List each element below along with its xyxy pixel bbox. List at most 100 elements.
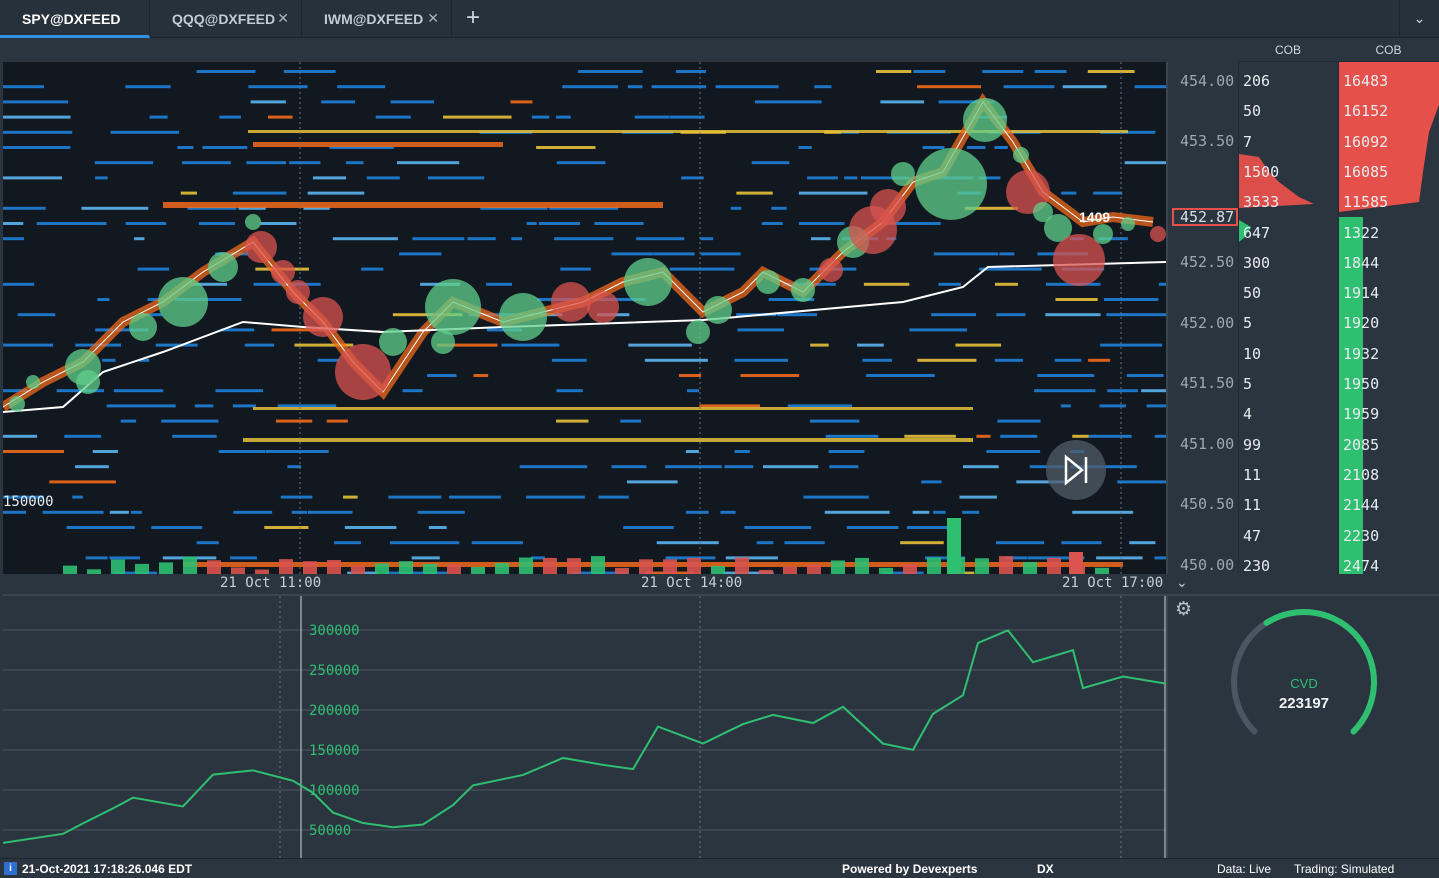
volume-bar bbox=[447, 564, 461, 574]
heat-line bbox=[554, 237, 614, 241]
heat-line bbox=[1061, 191, 1077, 195]
trade-bubble bbox=[245, 231, 277, 263]
heatmap-chart[interactable]: 150000 1409 bbox=[3, 62, 1166, 574]
heat-line bbox=[232, 191, 287, 195]
cob-row: 1844 bbox=[1343, 253, 1380, 272]
cob-row: 3533 bbox=[1243, 193, 1280, 212]
heat-line bbox=[829, 465, 859, 469]
heat-line bbox=[510, 100, 533, 104]
price-tick: 453.50 bbox=[1180, 132, 1235, 150]
heat-line bbox=[390, 100, 435, 104]
heat-line bbox=[913, 70, 946, 73]
heat-line bbox=[511, 237, 523, 241]
cob-row: 1932 bbox=[1343, 344, 1380, 363]
tab-label: SPY@DXFEED bbox=[22, 11, 121, 27]
cvd-value: 223197 bbox=[1278, 695, 1330, 712]
price-tick: 452.00 bbox=[1180, 314, 1235, 332]
trade-bubble bbox=[271, 260, 295, 284]
heat-band bbox=[253, 142, 503, 147]
heat-line bbox=[64, 434, 102, 438]
heat-line bbox=[177, 146, 194, 149]
volume-bar bbox=[543, 557, 557, 574]
skip-forward-button[interactable] bbox=[1046, 440, 1106, 500]
volume-bar bbox=[663, 559, 677, 574]
heat-line bbox=[761, 222, 783, 225]
heat-line bbox=[125, 222, 167, 225]
volume-bar bbox=[471, 566, 485, 574]
cob-row: 50 bbox=[1243, 284, 1262, 303]
plus-icon[interactable]: + bbox=[460, 6, 486, 32]
info-icon[interactable]: i bbox=[4, 862, 17, 875]
chevron-down-icon[interactable]: ⌄ bbox=[1176, 574, 1188, 591]
heat-line bbox=[656, 541, 719, 545]
heat-line bbox=[1054, 358, 1082, 362]
chevron-down-icon[interactable]: ⌄ bbox=[1399, 0, 1439, 38]
heat-line bbox=[685, 510, 709, 514]
cob-column-left: 206 50 7 1500 3533 647 300 50 5 10 5 4 99 11 11 47 230 bbox=[1238, 62, 1338, 574]
cob-row: 206 bbox=[1243, 72, 1271, 90]
cvd-gauge bbox=[1231, 609, 1377, 735]
heat-line bbox=[1124, 161, 1166, 165]
tab-qqq[interactable]: QQQ@DXFEED ✕ bbox=[150, 0, 302, 38]
price-tick: 451.00 bbox=[1180, 435, 1235, 453]
heat-line bbox=[1154, 556, 1166, 560]
heat-line bbox=[1072, 434, 1089, 438]
heat-line bbox=[734, 358, 788, 362]
volume-bar bbox=[1023, 561, 1037, 574]
heat-line bbox=[399, 252, 442, 256]
time-tick: 21 Oct 17:00 bbox=[1062, 575, 1164, 591]
heat-line bbox=[995, 541, 1045, 545]
heat-line bbox=[443, 115, 512, 119]
price-tick: 454.00 bbox=[1180, 72, 1235, 90]
cvd-chart[interactable]: 300000 250000 200000 150000 100000 50000 bbox=[3, 594, 1166, 858]
trade-bubble bbox=[1121, 217, 1135, 231]
heat-line bbox=[428, 526, 447, 529]
heat-line bbox=[321, 100, 356, 104]
trade-bubble bbox=[819, 258, 843, 282]
heat-line bbox=[49, 480, 116, 484]
close-icon[interactable]: ✕ bbox=[427, 10, 439, 27]
heat-line bbox=[556, 419, 589, 423]
cob-row: 16152 bbox=[1343, 102, 1389, 121]
heat-line bbox=[246, 161, 287, 165]
heat-line bbox=[962, 465, 999, 469]
cob-row: 2474 bbox=[1343, 556, 1380, 574]
heat-line bbox=[526, 495, 585, 499]
heat-line bbox=[182, 161, 231, 165]
tab-iwm[interactable]: IWM@DXFEED ✕ bbox=[302, 0, 452, 38]
heat-line bbox=[75, 465, 109, 469]
heat-line bbox=[92, 450, 118, 453]
close-icon[interactable]: ✕ bbox=[277, 10, 289, 27]
cob-row: 99 bbox=[1243, 435, 1262, 454]
heat-line bbox=[137, 267, 170, 271]
heat-line bbox=[417, 510, 465, 514]
volume-bar bbox=[855, 557, 869, 574]
heat-line bbox=[85, 556, 108, 560]
heat-line bbox=[531, 115, 550, 119]
heat-line bbox=[332, 237, 398, 241]
heat-line bbox=[233, 510, 273, 514]
volume-bar bbox=[351, 565, 365, 574]
heat-line bbox=[669, 267, 735, 271]
heat-line bbox=[787, 404, 852, 408]
heat-line bbox=[959, 495, 997, 499]
heat-line bbox=[1134, 85, 1166, 89]
gear-icon[interactable]: ⚙ bbox=[1175, 598, 1197, 620]
heat-line bbox=[828, 450, 865, 453]
heat-line bbox=[685, 450, 699, 453]
heat-line bbox=[3, 146, 71, 149]
heat-line bbox=[312, 176, 347, 180]
trade-bubble bbox=[891, 162, 915, 186]
cvd-tick-label: 250000 bbox=[309, 663, 360, 679]
price-axis[interactable]: 454.00 453.50 452.50 452.00 451.50 451.0… bbox=[1166, 62, 1238, 574]
tab-spy[interactable]: SPY@DXFEED bbox=[0, 0, 150, 38]
heat-line bbox=[215, 389, 264, 393]
volume-bar bbox=[231, 567, 245, 574]
heat-line bbox=[756, 541, 774, 545]
trade-bubble bbox=[1093, 224, 1113, 244]
trade-bubble bbox=[1013, 147, 1029, 163]
heat-line bbox=[113, 389, 164, 393]
volume-bar bbox=[183, 556, 197, 574]
trade-bubble bbox=[76, 370, 100, 394]
heat-line bbox=[264, 526, 309, 529]
